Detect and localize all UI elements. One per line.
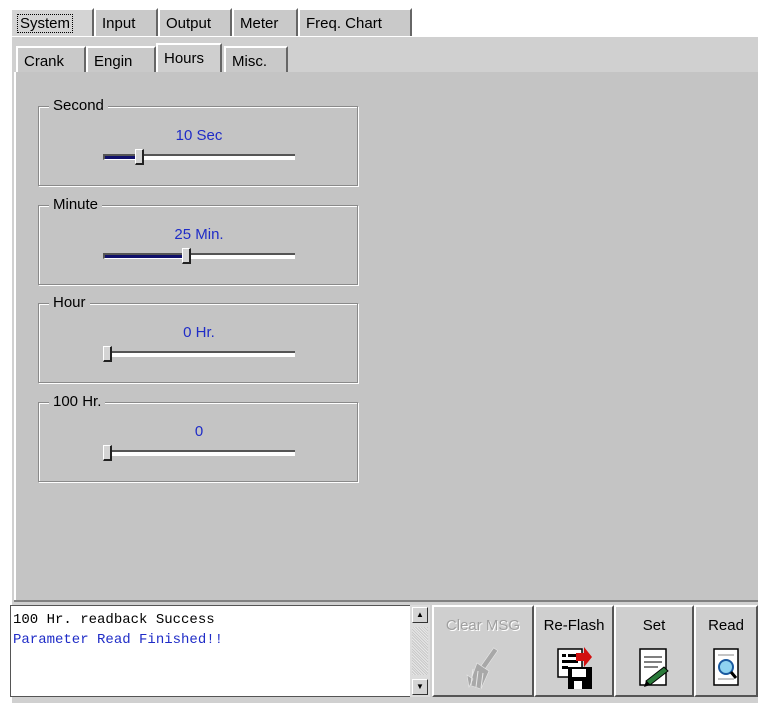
hundred-hour-value: 0: [194, 423, 204, 440]
second-slider-fill: [105, 156, 137, 159]
tab-hours[interactable]: Hours: [156, 43, 222, 74]
second-slider-thumb[interactable]: [135, 149, 144, 165]
floppy-save-icon: [557, 647, 592, 689]
hour-slider-thumb[interactable]: [103, 346, 112, 362]
hour-value: 0 Hr.: [183, 324, 215, 341]
hundred-hour-slider[interactable]: [103, 445, 295, 461]
second-value: 10 Sec: [175, 127, 223, 144]
second-group-title: Second: [49, 97, 108, 115]
hour-slider[interactable]: [103, 346, 295, 362]
tab-engin-label: Engin: [94, 53, 133, 70]
document-search-icon: [713, 648, 739, 686]
arrow-down-icon: ▼: [416, 682, 424, 691]
minute-group: Minute 25 Min.: [38, 196, 358, 285]
hour-group-title: Hour: [49, 294, 90, 312]
set-button[interactable]: Set: [614, 605, 694, 697]
second-group: Second 10 Sec: [38, 97, 358, 186]
broom-icon: [466, 647, 499, 689]
tab-input[interactable]: Input: [94, 8, 158, 36]
tab-output[interactable]: Output: [158, 8, 232, 36]
message-line: 100 Hr. readback Success: [13, 612, 215, 628]
message-scrollbar[interactable]: ▲ ▼: [410, 605, 430, 697]
set-label: Set: [642, 617, 666, 634]
tab-meter-label: Meter: [240, 15, 279, 32]
tab-hours-label: Hours: [164, 50, 205, 67]
tab-system[interactable]: System: [10, 8, 94, 36]
clear-msg-button[interactable]: Clear MSG: [432, 605, 534, 697]
message-line: Parameter Read Finished!!: [13, 632, 224, 648]
tab-misc-label: Misc.: [232, 53, 267, 70]
inner-tab-strip: Crank Engin Hours Misc.: [16, 43, 316, 74]
arrow-up-icon: ▲: [416, 610, 424, 619]
document-write-icon: [639, 648, 669, 687]
tab-freq-chart[interactable]: Freq. Chart: [298, 8, 412, 36]
tab-engin[interactable]: Engin: [86, 46, 156, 74]
tab-crank[interactable]: Crank: [16, 46, 86, 74]
reflash-button[interactable]: Re-Flash: [534, 605, 614, 697]
tab-crank-label: Crank: [24, 53, 65, 70]
second-slider[interactable]: [103, 149, 295, 165]
clear-msg-label: Clear MSG: [445, 617, 521, 634]
minute-group-title: Minute: [49, 196, 103, 214]
read-label: Read: [708, 617, 744, 634]
hundred-hour-group-title: 100 Hr.: [49, 393, 106, 411]
message-log[interactable]: 100 Hr. readback Success Parameter Read …: [10, 605, 418, 697]
minute-slider-fill: [105, 255, 184, 258]
hundred-hour-group: 100 Hr. 0: [38, 393, 358, 482]
hour-group: Hour 0 Hr.: [38, 294, 358, 383]
tab-input-label: Input: [102, 15, 136, 32]
tab-misc[interactable]: Misc.: [224, 46, 288, 74]
hundred-hour-slider-thumb[interactable]: [103, 445, 112, 461]
panel-divider: [14, 600, 758, 602]
minute-value: 25 Min.: [174, 226, 224, 243]
reflash-label: Re-Flash: [543, 617, 605, 634]
scroll-up-button[interactable]: ▲: [412, 607, 428, 623]
tab-system-label: System: [16, 14, 74, 33]
scroll-track[interactable]: [412, 627, 428, 675]
minute-slider[interactable]: [103, 248, 295, 264]
tab-freq-chart-label: Freq. Chart: [306, 15, 382, 32]
read-button[interactable]: Read: [694, 605, 758, 697]
scroll-down-button[interactable]: ▼: [412, 679, 428, 695]
tab-output-label: Output: [166, 15, 212, 32]
minute-slider-thumb[interactable]: [182, 248, 191, 264]
tab-meter[interactable]: Meter: [232, 8, 298, 36]
